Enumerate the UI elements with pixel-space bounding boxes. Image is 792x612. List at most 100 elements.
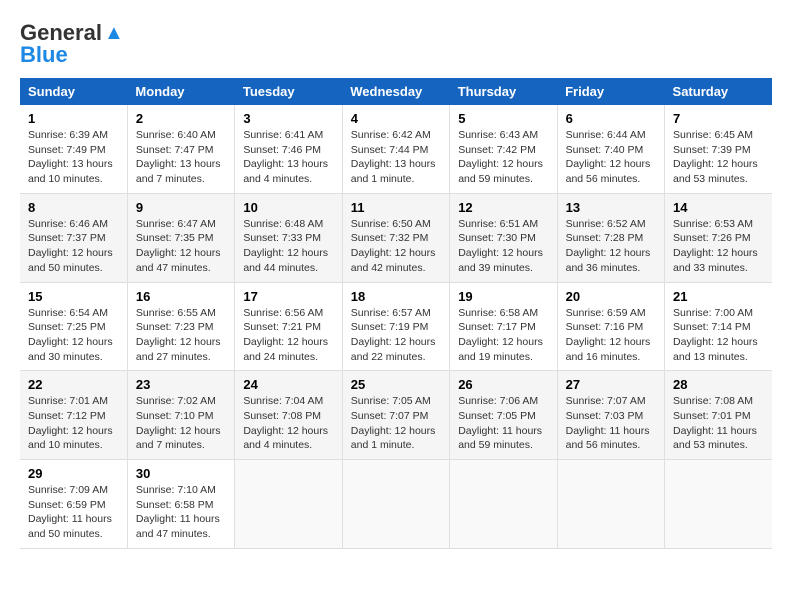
calendar-cell: 21 Sunrise: 7:00 AMSunset: 7:14 PMDayligh… [665, 282, 772, 371]
calendar-cell: 26 Sunrise: 7:06 AMSunset: 7:05 PMDayligh… [450, 371, 557, 460]
week-row-4: 22 Sunrise: 7:01 AMSunset: 7:12 PMDayligh… [20, 371, 772, 460]
logo: General ▲ Blue [20, 20, 124, 68]
calendar-cell: 9 Sunrise: 6:47 AMSunset: 7:35 PMDaylight… [127, 193, 234, 282]
header-sunday: Sunday [20, 78, 127, 105]
calendar-cell: 14 Sunrise: 6:53 AMSunset: 7:26 PMDayligh… [665, 193, 772, 282]
day-number: 30 [136, 466, 226, 481]
day-info: Sunrise: 6:42 AMSunset: 7:44 PMDaylight:… [351, 128, 441, 187]
day-number: 16 [136, 289, 226, 304]
day-info: Sunrise: 7:10 AMSunset: 6:58 PMDaylight:… [136, 483, 226, 542]
day-number: 29 [28, 466, 119, 481]
day-info: Sunrise: 6:53 AMSunset: 7:26 PMDaylight:… [673, 217, 764, 276]
week-row-1: 1 Sunrise: 6:39 AMSunset: 7:49 PMDaylight… [20, 105, 772, 193]
day-number: 22 [28, 377, 119, 392]
calendar-cell: 6 Sunrise: 6:44 AMSunset: 7:40 PMDaylight… [557, 105, 664, 193]
day-info: Sunrise: 6:43 AMSunset: 7:42 PMDaylight:… [458, 128, 548, 187]
header-tuesday: Tuesday [235, 78, 342, 105]
day-info: Sunrise: 6:56 AMSunset: 7:21 PMDaylight:… [243, 306, 333, 365]
calendar-cell: 20Sunrise: 6:59 AMSunset: 7:16 PMDayligh… [557, 282, 664, 371]
day-info: Sunrise: 7:01 AMSunset: 7:12 PMDaylight:… [28, 394, 119, 453]
day-number: 14 [673, 200, 764, 215]
day-number: 10 [243, 200, 333, 215]
day-number: 8 [28, 200, 119, 215]
calendar-cell: 2 Sunrise: 6:40 AMSunset: 7:47 PMDaylight… [127, 105, 234, 193]
day-info: Sunrise: 6:40 AMSunset: 7:47 PMDaylight:… [136, 128, 226, 187]
day-number: 11 [351, 200, 441, 215]
day-number: 13 [566, 200, 656, 215]
calendar-cell [342, 460, 449, 549]
day-number: 17 [243, 289, 333, 304]
calendar-cell: 3Sunrise: 6:41 AMSunset: 7:46 PMDaylight… [235, 105, 342, 193]
day-info: Sunrise: 7:04 AMSunset: 7:08 PMDaylight:… [243, 394, 333, 453]
calendar-cell: 11 Sunrise: 6:50 AMSunset: 7:32 PMDayligh… [342, 193, 449, 282]
day-info: Sunrise: 6:52 AMSunset: 7:28 PMDaylight:… [566, 217, 656, 276]
calendar-cell [665, 460, 772, 549]
day-info: Sunrise: 6:46 AMSunset: 7:37 PMDaylight:… [28, 217, 119, 276]
calendar-cell: 16 Sunrise: 6:55 AMSunset: 7:23 PMDayligh… [127, 282, 234, 371]
day-info: Sunrise: 6:55 AMSunset: 7:23 PMDaylight:… [136, 306, 226, 365]
day-number: 21 [673, 289, 764, 304]
day-number: 18 [351, 289, 441, 304]
day-info: Sunrise: 6:47 AMSunset: 7:35 PMDaylight:… [136, 217, 226, 276]
calendar-cell: 12 Sunrise: 6:51 AMSunset: 7:30 PMDayligh… [450, 193, 557, 282]
calendar-cell [450, 460, 557, 549]
calendar-cell: 28 Sunrise: 7:08 AMSunset: 7:01 PMDayligh… [665, 371, 772, 460]
day-number: 19 [458, 289, 548, 304]
day-info: Sunrise: 6:44 AMSunset: 7:40 PMDaylight:… [566, 128, 656, 187]
day-info: Sunrise: 6:39 AMSunset: 7:49 PMDaylight:… [28, 128, 119, 187]
day-number: 2 [136, 111, 226, 126]
calendar-cell: 27 Sunrise: 7:07 AMSunset: 7:03 PMDayligh… [557, 371, 664, 460]
day-info: Sunrise: 6:50 AMSunset: 7:32 PMDaylight:… [351, 217, 441, 276]
day-info: Sunrise: 7:09 AMSunset: 6:59 PMDaylight:… [28, 483, 119, 542]
calendar-cell: 22 Sunrise: 7:01 AMSunset: 7:12 PMDayligh… [20, 371, 127, 460]
day-info: Sunrise: 6:58 AMSunset: 7:17 PMDaylight:… [458, 306, 548, 365]
day-info: Sunrise: 6:51 AMSunset: 7:30 PMDaylight:… [458, 217, 548, 276]
day-info: Sunrise: 6:54 AMSunset: 7:25 PMDaylight:… [28, 306, 119, 365]
calendar-cell: 19 Sunrise: 6:58 AMSunset: 7:17 PMDayligh… [450, 282, 557, 371]
day-info: Sunrise: 6:45 AMSunset: 7:39 PMDaylight:… [673, 128, 764, 187]
day-number: 24 [243, 377, 333, 392]
day-number: 9 [136, 200, 226, 215]
day-number: 7 [673, 111, 764, 126]
day-number: 23 [136, 377, 226, 392]
week-row-5: 29 Sunrise: 7:09 AMSunset: 6:59 PMDayligh… [20, 460, 772, 549]
day-number: 28 [673, 377, 764, 392]
header-thursday: Thursday [450, 78, 557, 105]
logo-bird-icon: ▲ [104, 22, 124, 45]
day-number: 12 [458, 200, 548, 215]
day-number: 27 [566, 377, 656, 392]
day-info: Sunrise: 7:06 AMSunset: 7:05 PMDaylight:… [458, 394, 548, 453]
calendar-cell: 8 Sunrise: 6:46 AMSunset: 7:37 PMDaylight… [20, 193, 127, 282]
day-info: Sunrise: 7:07 AMSunset: 7:03 PMDaylight:… [566, 394, 656, 453]
calendar-cell: 4Sunrise: 6:42 AMSunset: 7:44 PMDaylight… [342, 105, 449, 193]
calendar-cell: 25Sunrise: 7:05 AMSunset: 7:07 PMDayligh… [342, 371, 449, 460]
day-info: Sunrise: 7:00 AMSunset: 7:14 PMDaylight:… [673, 306, 764, 365]
calendar-cell: 18 Sunrise: 6:57 AMSunset: 7:19 PMDayligh… [342, 282, 449, 371]
day-number: 6 [566, 111, 656, 126]
calendar-cell: 15 Sunrise: 6:54 AMSunset: 7:25 PMDayligh… [20, 282, 127, 371]
day-info: Sunrise: 6:57 AMSunset: 7:19 PMDaylight:… [351, 306, 441, 365]
calendar-cell: 5 Sunrise: 6:43 AMSunset: 7:42 PMDaylight… [450, 105, 557, 193]
calendar-cell: 29 Sunrise: 7:09 AMSunset: 6:59 PMDayligh… [20, 460, 127, 549]
calendar-cell: 7 Sunrise: 6:45 AMSunset: 7:39 PMDaylight… [665, 105, 772, 193]
day-info: Sunrise: 7:02 AMSunset: 7:10 PMDaylight:… [136, 394, 226, 453]
header-monday: Monday [127, 78, 234, 105]
calendar-cell: 10Sunrise: 6:48 AMSunset: 7:33 PMDayligh… [235, 193, 342, 282]
day-number: 26 [458, 377, 548, 392]
header-row: SundayMondayTuesdayWednesdayThursdayFrid… [20, 78, 772, 105]
day-info: Sunrise: 7:08 AMSunset: 7:01 PMDaylight:… [673, 394, 764, 453]
header: General ▲ Blue [20, 20, 772, 68]
calendar-cell [557, 460, 664, 549]
header-friday: Friday [557, 78, 664, 105]
calendar-table: SundayMondayTuesdayWednesdayThursdayFrid… [20, 78, 772, 549]
calendar-cell: 13 Sunrise: 6:52 AMSunset: 7:28 PMDayligh… [557, 193, 664, 282]
calendar-cell: 30 Sunrise: 7:10 AMSunset: 6:58 PMDayligh… [127, 460, 234, 549]
day-number: 5 [458, 111, 548, 126]
week-row-2: 8 Sunrise: 6:46 AMSunset: 7:37 PMDaylight… [20, 193, 772, 282]
day-number: 1 [28, 111, 119, 126]
day-number: 15 [28, 289, 119, 304]
calendar-cell: 17 Sunrise: 6:56 AMSunset: 7:21 PMDayligh… [235, 282, 342, 371]
header-saturday: Saturday [665, 78, 772, 105]
day-info: Sunrise: 7:05 AMSunset: 7:07 PMDaylight:… [351, 394, 441, 453]
day-info: Sunrise: 6:41 AMSunset: 7:46 PMDaylight:… [243, 128, 333, 187]
